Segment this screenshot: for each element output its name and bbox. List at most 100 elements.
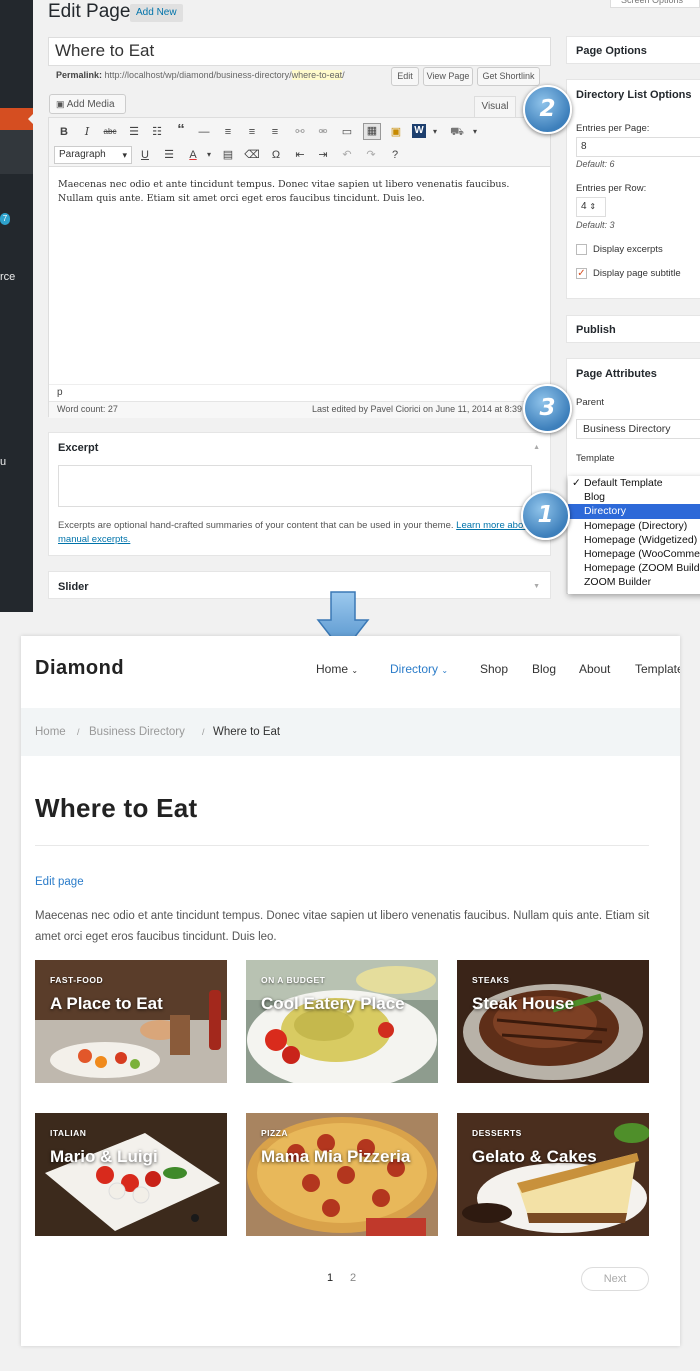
admin-menu-label-partial[interactable]: rce xyxy=(0,271,15,283)
chevron-down-icon[interactable]: ▾ xyxy=(201,148,217,162)
parent-select[interactable]: Business Directory xyxy=(576,419,700,439)
align-center-icon[interactable]: ≡ xyxy=(244,125,260,139)
template-option[interactable]: Blog xyxy=(568,490,700,504)
numbered-list-icon[interactable]: ☷ xyxy=(149,125,165,139)
permalink-slug[interactable]: where-to-eat xyxy=(291,70,343,80)
editor-path: p xyxy=(49,384,550,402)
bold-icon[interactable]: B xyxy=(56,125,72,139)
post-title-input[interactable]: Where to Eat xyxy=(48,37,551,66)
pagination-page-1[interactable]: 1 xyxy=(327,1272,333,1284)
collapse-arrow-icon[interactable]: ▲ xyxy=(533,444,540,451)
help-icon[interactable]: ? xyxy=(387,148,403,162)
strikethrough-icon[interactable]: abc xyxy=(102,125,118,139)
format-select[interactable]: Paragraph xyxy=(54,146,132,164)
chevron-down-icon[interactable]: ▾ xyxy=(467,125,483,139)
admin-menu-label-partial[interactable]: u xyxy=(0,456,6,468)
paste-text-icon[interactable]: ▤ xyxy=(220,148,236,162)
breadcrumb-home[interactable]: Home xyxy=(35,708,66,756)
underline-icon[interactable]: U xyxy=(137,148,153,162)
listing-title[interactable]: Steak House xyxy=(472,991,642,1016)
last-edited: Last edited by Pavel Ciorici on June 11,… xyxy=(312,404,522,414)
excerpt-title[interactable]: Excerpt xyxy=(49,433,550,463)
listing-card[interactable]: PIZZA Mama Mia Pizzeria xyxy=(246,1113,438,1236)
unlink-icon[interactable]: ⚮ xyxy=(315,125,331,139)
nav-item-about[interactable]: About xyxy=(579,662,610,676)
redo-icon[interactable]: ↷ xyxy=(363,148,379,162)
align-left-icon[interactable]: ≡ xyxy=(220,125,236,139)
template-option[interactable]: Homepage (Directory) xyxy=(568,519,700,533)
justify-icon[interactable]: ☰ xyxy=(161,148,177,162)
pagination-page-2[interactable]: 2 xyxy=(350,1272,356,1284)
get-shortlink-button[interactable]: Get Shortlink xyxy=(477,67,540,86)
display-excerpts-checkbox[interactable] xyxy=(576,244,587,255)
breadcrumb: Home / Business Directory / Where to Eat xyxy=(21,708,680,756)
toolbar-toggle-icon[interactable]: ▦ xyxy=(363,123,381,140)
insert-image-icon[interactable]: ▣ xyxy=(388,125,404,139)
shortcode-w-icon[interactable]: W xyxy=(412,124,426,138)
listing-category: ON A BUDGET xyxy=(261,975,326,985)
listing-title[interactable]: Gelato & Cakes xyxy=(472,1144,642,1169)
nav-item-blog[interactable]: Blog xyxy=(532,662,556,676)
template-option[interactable]: Homepage (ZOOM Builder) xyxy=(568,561,700,575)
edit-page-link[interactable]: Edit page xyxy=(35,876,84,888)
next-page-button[interactable]: Next xyxy=(581,1267,649,1291)
entries-per-row-select[interactable]: 4 ⇕ xyxy=(576,197,606,217)
slider-title[interactable]: Slider xyxy=(49,572,550,602)
blockquote-icon[interactable]: “ xyxy=(173,122,189,137)
indent-icon[interactable]: ⇥ xyxy=(315,148,331,162)
italic-icon[interactable]: I xyxy=(79,125,95,139)
listing-title[interactable]: A Place to Eat xyxy=(50,991,220,1016)
link-icon[interactable]: ⚯ xyxy=(292,125,308,139)
template-dropdown[interactable]: ✓ Default Template Blog Directory Homepag… xyxy=(568,476,700,594)
listing-card[interactable]: ON A BUDGET Cool Eatery Place xyxy=(246,960,438,1083)
breadcrumb-business-directory[interactable]: Business Directory xyxy=(89,708,185,756)
expand-arrow-icon[interactable]: ▼ xyxy=(533,583,540,590)
bullet-list-icon[interactable]: ☰ xyxy=(126,125,142,139)
edit-permalink-button[interactable]: Edit xyxy=(391,67,419,86)
text-color-icon[interactable]: A xyxy=(185,148,201,162)
add-new-button[interactable]: Add New xyxy=(130,4,183,22)
display-subtitle-checkbox[interactable]: ✓ xyxy=(576,268,587,279)
listing-title[interactable]: Mario & Luigi xyxy=(50,1144,220,1169)
admin-menu-current-item[interactable] xyxy=(0,108,33,130)
tab-visual[interactable]: Visual xyxy=(474,96,516,118)
view-page-button[interactable]: View Page xyxy=(423,67,473,86)
nav-item-home[interactable]: Home ⌄ xyxy=(316,662,358,676)
publish-title[interactable]: Publish xyxy=(567,316,700,344)
site-logo[interactable]: Diamond xyxy=(35,657,124,680)
clear-formatting-icon[interactable]: ⌫ xyxy=(244,148,260,162)
add-media-button[interactable]: ▣ Add Media xyxy=(49,94,126,114)
page-attributes-title[interactable]: Page Attributes xyxy=(567,359,700,389)
template-option-highlighted[interactable]: Directory xyxy=(568,504,700,519)
listing-card[interactable]: STEAKS Steak House xyxy=(457,960,649,1083)
undo-icon[interactable]: ↶ xyxy=(339,148,355,162)
template-option[interactable]: ZOOM Builder xyxy=(568,575,700,589)
horizontal-rule-icon[interactable]: — xyxy=(196,125,212,139)
listing-card[interactable]: FAST-FOOD A Place to Eat xyxy=(35,960,227,1083)
outdent-icon[interactable]: ⇤ xyxy=(292,148,308,162)
nav-item-shop[interactable]: Shop xyxy=(480,662,508,676)
special-character-icon[interactable]: Ω xyxy=(268,148,284,162)
directory-list-options-title[interactable]: Directory List Options xyxy=(567,80,700,110)
entries-per-page-input[interactable]: 8 xyxy=(576,137,700,157)
editor-content[interactable]: Maecenas nec odio et ante tincidunt temp… xyxy=(58,178,538,206)
listing-title[interactable]: Cool Eatery Place xyxy=(261,991,431,1016)
listing-card[interactable]: DESSERTS Gelato & Cakes xyxy=(457,1113,649,1236)
nav-item-templates[interactable]: Templates xyxy=(635,662,680,676)
page-title: Where to Eat xyxy=(35,793,198,823)
screen-options-tab[interactable]: Screen Options xyxy=(610,0,700,8)
breadcrumb-current: Where to Eat xyxy=(213,726,281,738)
nav-item-directory[interactable]: Directory ⌄ xyxy=(390,662,448,676)
listing-title[interactable]: Mama Mia Pizzeria xyxy=(261,1144,431,1169)
chevron-down-icon[interactable]: ▾ xyxy=(427,125,443,139)
template-option[interactable]: Homepage (WooCommerce) xyxy=(568,547,700,561)
listing-card[interactable]: ITALIAN Mario & Luigi xyxy=(35,1113,227,1236)
template-option[interactable]: ✓ Default Template xyxy=(568,476,700,490)
cart-icon[interactable]: ⛟ xyxy=(449,125,465,139)
read-more-icon[interactable]: ▭ xyxy=(339,125,355,139)
align-right-icon[interactable]: ≡ xyxy=(267,125,283,139)
admin-sidebar: 7 rce u xyxy=(0,0,33,612)
template-option[interactable]: Homepage (Widgetized) xyxy=(568,533,700,547)
page-options-title[interactable]: Page Options xyxy=(567,37,700,65)
excerpt-textarea[interactable] xyxy=(58,465,532,507)
